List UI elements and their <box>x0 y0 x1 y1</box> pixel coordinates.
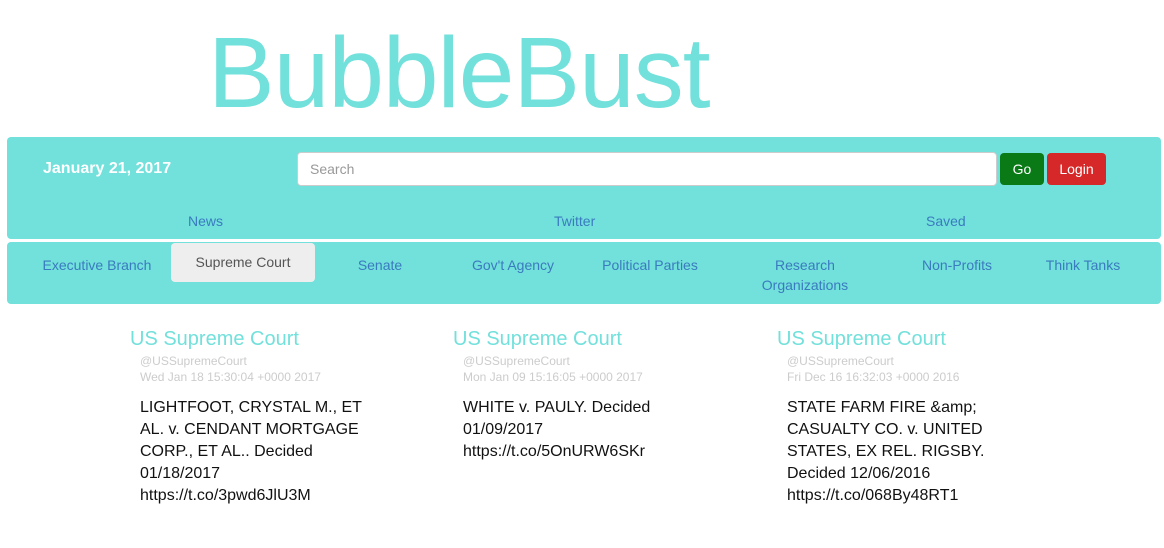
login-button[interactable]: Login <box>1047 153 1106 185</box>
tab-govt-agency[interactable]: Gov't Agency <box>462 255 564 275</box>
current-date: January 21, 2017 <box>43 160 172 177</box>
search-input[interactable] <box>297 152 997 186</box>
tab-non-profits[interactable]: Non-Profits <box>912 255 1002 275</box>
tweet-card: US Supreme Court @USSupremeCourt Fri Dec… <box>777 327 1077 507</box>
tweet-card: US Supreme Court @USSupremeCourt Mon Jan… <box>453 327 753 463</box>
tweet-handle: @USSupremeCourt <box>787 354 894 368</box>
tweet-timestamp: Mon Jan 09 15:16:05 +0000 2017 <box>463 370 643 384</box>
tab-research-organizations[interactable]: Research Organizations <box>755 255 855 295</box>
site-logo[interactable]: BubbleBust <box>208 18 710 128</box>
nav-twitter[interactable]: Twitter <box>554 213 595 229</box>
tweet-timestamp: Wed Jan 18 15:30:04 +0000 2017 <box>140 370 321 384</box>
category-tabs: Executive Branch Supreme Court Senate Go… <box>7 242 1161 304</box>
tab-political-parties[interactable]: Political Parties <box>595 255 705 275</box>
tweet-card: US Supreme Court @USSupremeCourt Wed Jan… <box>130 327 430 507</box>
go-button[interactable]: Go <box>1000 153 1044 185</box>
tweet-text: STATE FARM FIRE &amp; CASUALTY CO. v. UN… <box>787 399 985 504</box>
tab-executive-branch[interactable]: Executive Branch <box>35 255 159 275</box>
tab-supreme-court[interactable]: Supreme Court <box>171 243 315 282</box>
tweet-author-name[interactable]: US Supreme Court <box>453 327 753 351</box>
tab-senate[interactable]: Senate <box>347 255 413 275</box>
tweet-timestamp: Fri Dec 16 16:32:03 +0000 2016 <box>787 370 960 384</box>
tweet-handle: @USSupremeCourt <box>140 354 247 368</box>
tweet-author-name[interactable]: US Supreme Court <box>777 327 1077 351</box>
tab-think-tanks[interactable]: Think Tanks <box>1038 255 1128 275</box>
tweet-text: WHITE v. PAULY. Decided 01/09/2017 https… <box>463 399 651 460</box>
top-navbar: January 21, 2017 Go Login News Twitter S… <box>7 137 1161 239</box>
nav-saved[interactable]: Saved <box>926 213 966 229</box>
nav-news[interactable]: News <box>188 213 223 229</box>
tweet-author-name[interactable]: US Supreme Court <box>130 327 430 351</box>
tweet-handle: @USSupremeCourt <box>463 354 570 368</box>
tweet-text: LIGHTFOOT, CRYSTAL M., ET AL. v. CENDANT… <box>140 399 362 504</box>
